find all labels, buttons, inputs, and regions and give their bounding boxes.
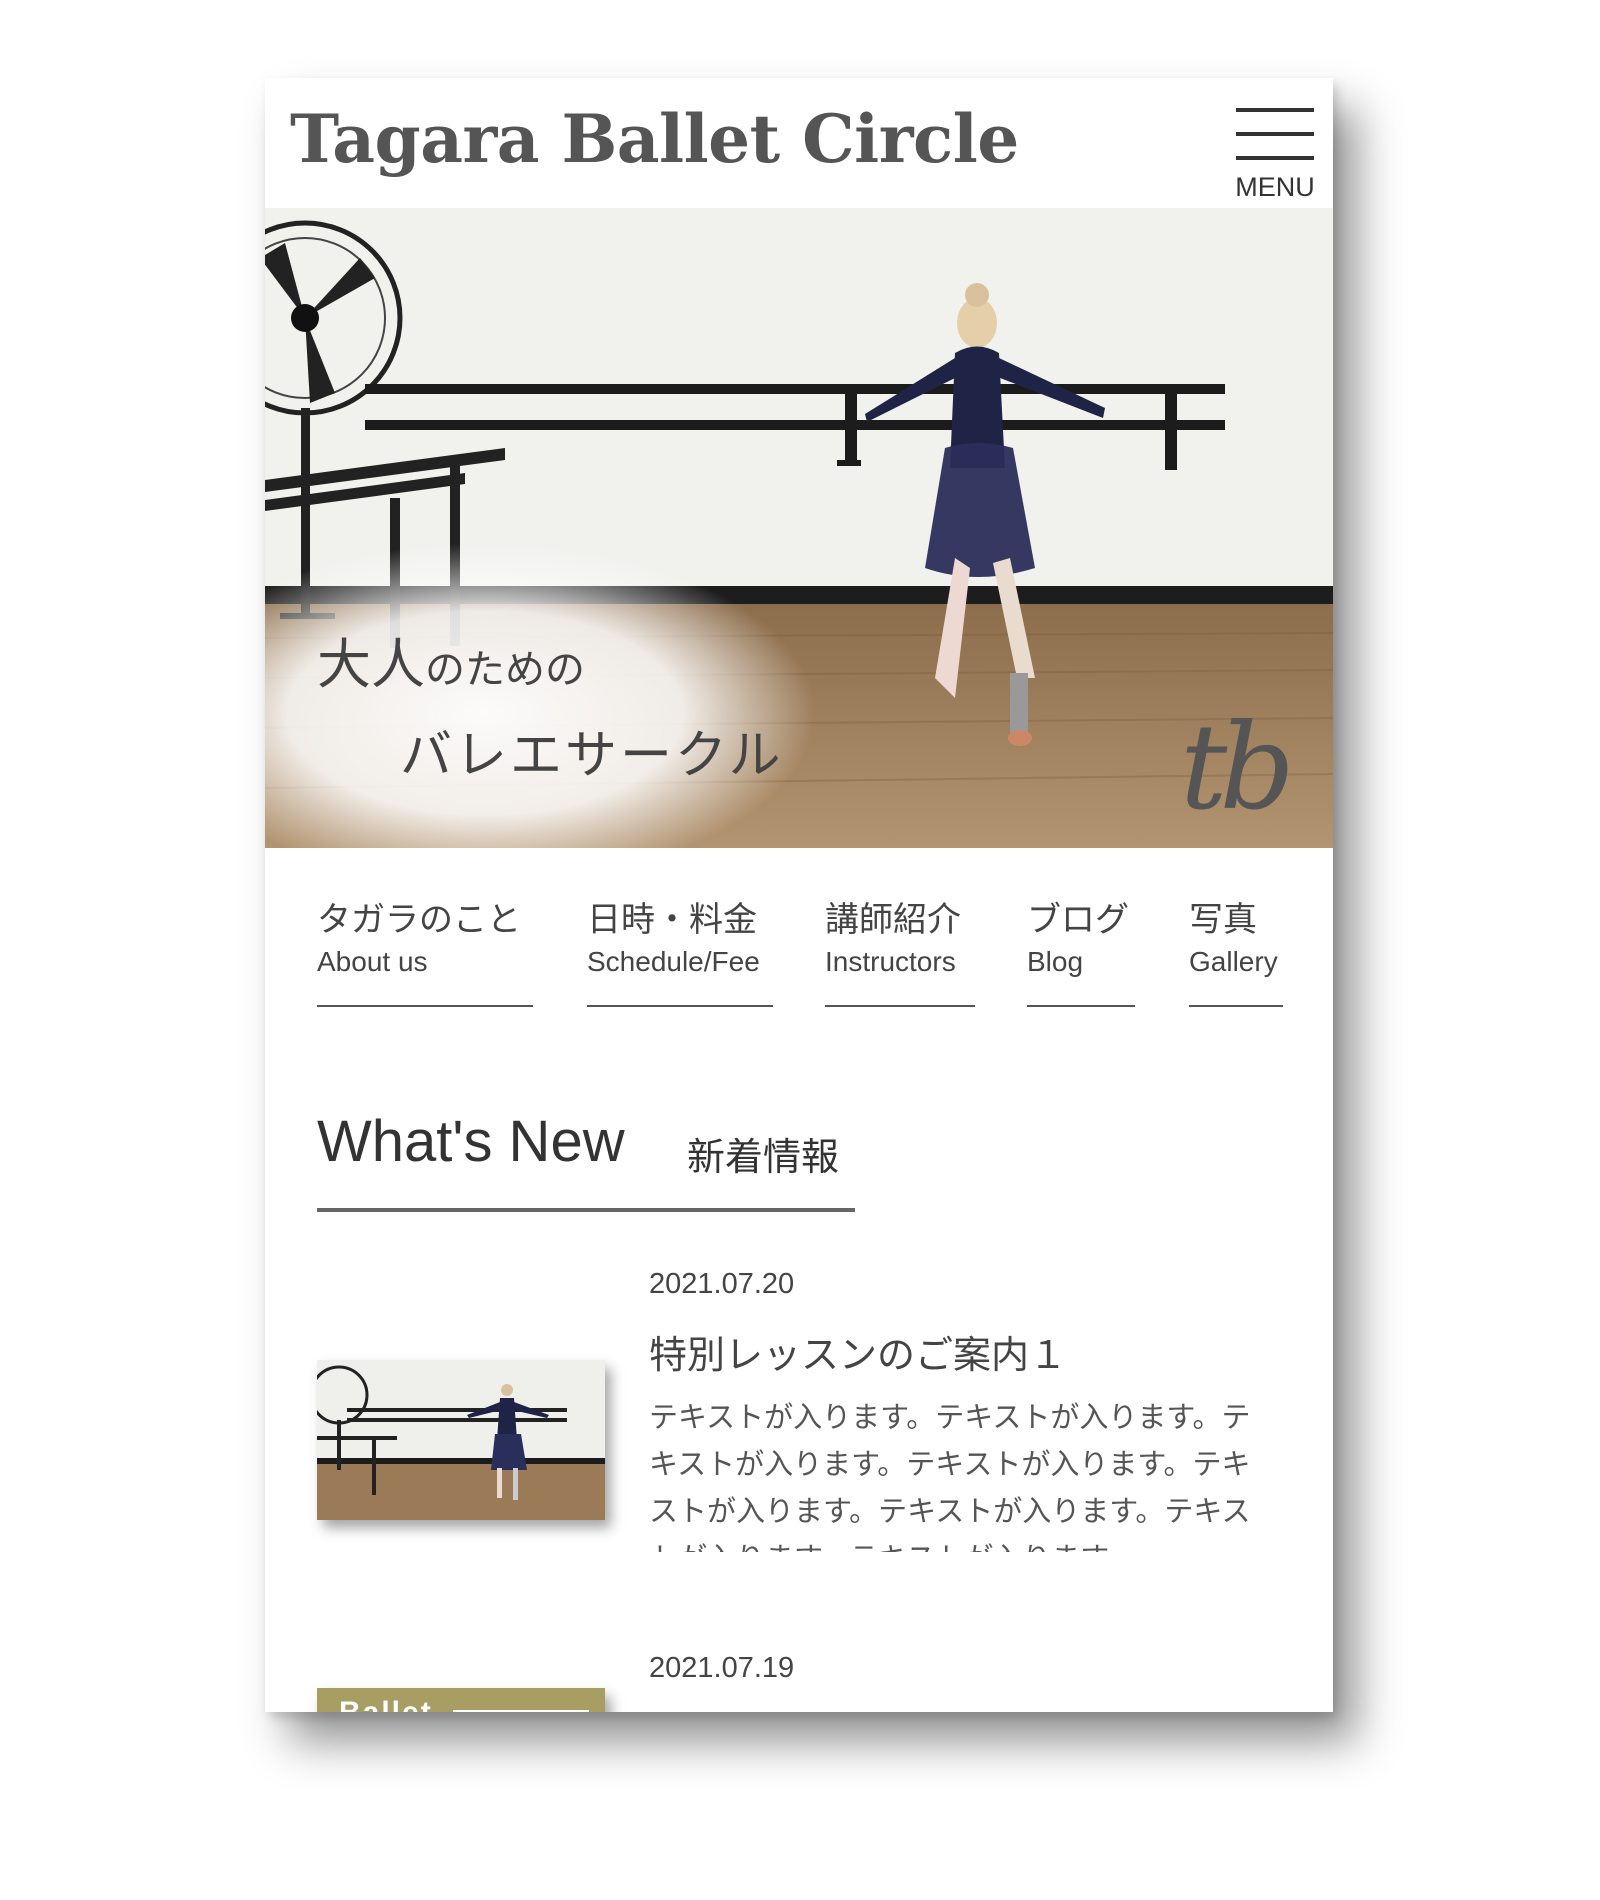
phone-screen: Tagara Ballet Circle MENU 大人のための バレエサークル… [265,78,1333,1712]
hero-tagline-big: 大人 [317,633,425,696]
hero-banner: 大人のための バレエサークル tb [265,208,1333,848]
menu-button[interactable]: MENU [1230,102,1320,202]
news-excerpt: テキストが入ります。テキストが入ります。テキストが入ります。テキストが入ります。… [649,1400,1251,1552]
nav-underline [825,1005,975,1007]
news-thumbnail-text: Ballet [339,1696,433,1712]
nav-underline [1027,1005,1135,1007]
nav-underline [587,1005,773,1007]
hamburger-icon-line [1236,108,1314,112]
nav-item-blog[interactable]: ブログ Blog [1027,848,1135,1007]
nav-label-jp: タガラのこと [317,900,521,940]
nav-underline [317,1005,533,1007]
nav-underline [1189,1005,1283,1007]
nav-label-en: Gallery [1189,946,1278,977]
nav-label-en: About us [317,946,428,977]
news-section-title-jp: 新着情報 [687,1135,840,1179]
hero-tagline-line1: 大人のための [317,620,585,699]
hamburger-icon-line [1236,156,1314,160]
menu-label: MENU [1235,172,1315,202]
news-title-rule [317,1208,855,1212]
nav-label-jp: 講師紹介 [825,900,961,940]
main-nav: タガラのこと About us 日時・料金 Schedule/Fee 講師紹介 … [265,848,1333,1018]
nav-label-en: Instructors [825,946,956,977]
hero-tagline-small: のための [425,647,585,693]
news-item[interactable]: 2021.07.20 特別レッスンのご案内１ テキストが入ります。テキストが入り… [317,1268,1297,1552]
brand-logo: tb [1180,698,1295,836]
nav-label-en: Blog [1027,946,1084,977]
site-title[interactable]: Tagara Ballet Circle [290,100,1019,178]
nav-item-gallery[interactable]: 写真 Gallery [1189,848,1283,1007]
nav-item-instructors[interactable]: 講師紹介 Instructors [825,848,975,1007]
hamburger-icon-line [1236,132,1314,136]
nav-label-jp: ブログ [1027,900,1129,940]
news-thumbnail-photo [317,1360,605,1520]
news-thumbnail[interactable]: Ballet [317,1688,605,1712]
nav-label-jp: 写真 [1189,900,1257,940]
news-date: 2021.07.20 [649,1268,795,1300]
nav-label-en: Schedule/Fee [587,946,760,977]
news-thumbnail-bar [453,1710,589,1712]
news-item[interactable]: Ballet 2021.07.19 [317,1652,1297,1712]
nav-item-schedule[interactable]: 日時・料金 Schedule/Fee [587,848,773,1007]
news-thumbnail[interactable] [317,1360,605,1520]
news-section-title: What's New [317,1109,625,1174]
news-date: 2021.07.19 [649,1652,795,1684]
nav-item-about[interactable]: タガラのこと About us [317,848,533,1007]
hero-tagline-line2: バレエサークル [400,726,784,786]
news-heading[interactable]: 特別レッスンのご案内１ [649,1324,1067,1379]
nav-label-jp: 日時・料金 [587,900,757,940]
site-header: Tagara Ballet Circle MENU [265,78,1333,208]
